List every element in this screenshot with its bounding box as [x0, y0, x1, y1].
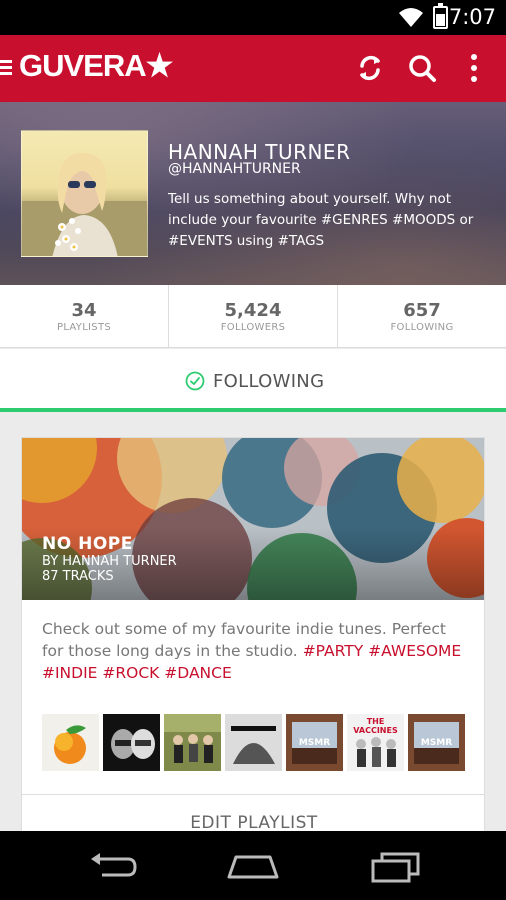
- stat-label: PLAYLISTS: [56, 322, 112, 333]
- album-thumbnails: MSMR THE VACCINES MSMR: [42, 714, 465, 771]
- playlist-title: NO HOPE: [42, 534, 133, 554]
- profile-stats: 34 PLAYLISTS 5,424 FOLLOWERS 657 FOLLOWI…: [0, 285, 506, 348]
- more-options-icon[interactable]: [460, 51, 488, 85]
- system-nav-bar: [0, 831, 506, 900]
- album-thumb-peach[interactable]: [42, 714, 99, 771]
- album-thumb-msmr-1[interactable]: MSMR: [286, 714, 343, 771]
- edit-playlist-label: EDIT PLAYLIST: [190, 813, 318, 833]
- status-bar: 7:07: [0, 0, 506, 35]
- following-bar: FOLLOWING: [0, 349, 506, 412]
- battery-icon: [433, 3, 448, 29]
- album-thumb-band[interactable]: [164, 714, 221, 771]
- guvera-logo[interactable]: GUVERA★: [19, 48, 173, 84]
- following-label: FOLLOWING: [213, 370, 325, 392]
- app-bar: GUVERA★: [0, 35, 506, 102]
- tag-awesome[interactable]: #AWESOME: [368, 642, 461, 660]
- search-icon[interactable]: [405, 51, 439, 85]
- playlist-meta: NO HOPE BY HANNAH TURNER 87 TRACKS: [42, 534, 177, 584]
- status-time: 7:07: [448, 5, 496, 29]
- profile-bio[interactable]: Tell us something about yourself. Why no…: [168, 189, 488, 252]
- check-circle-icon: [185, 371, 205, 391]
- stat-label: FOLLOWERS: [220, 322, 286, 333]
- tag-rock[interactable]: #ROCK: [102, 664, 159, 682]
- back-icon[interactable]: [88, 851, 138, 881]
- stat-value: 5,424: [224, 300, 282, 321]
- stat-label: FOLLOWING: [390, 322, 454, 333]
- stat-following[interactable]: 657 FOLLOWING: [338, 285, 506, 347]
- stat-followers[interactable]: 5,424 FOLLOWERS: [169, 285, 338, 347]
- following-button[interactable]: FOLLOWING: [185, 369, 324, 393]
- tag-indie[interactable]: #INDIE: [42, 664, 97, 682]
- tag-dance[interactable]: #DANCE: [164, 664, 231, 682]
- playlist-cover[interactable]: NO HOPE BY HANNAH TURNER 87 TRACKS: [22, 438, 484, 600]
- album-thumb-text: MSMR: [298, 738, 331, 748]
- home-icon[interactable]: [226, 851, 280, 881]
- profile-handle: @HANNAHTURNER: [168, 161, 301, 177]
- album-thumb-msmr-2[interactable]: MSMR: [408, 714, 465, 771]
- profile-header: HANNAH TURNER @HANNAHTURNER Tell us some…: [0, 102, 506, 285]
- menu-icon[interactable]: [0, 60, 12, 76]
- album-thumb-helmets[interactable]: [103, 714, 160, 771]
- album-thumb-text: MSMR: [420, 738, 453, 748]
- stat-value: 657: [403, 300, 441, 321]
- album-thumb-text: THE VACCINES: [353, 717, 398, 735]
- playlist-card: NO HOPE BY HANNAH TURNER 87 TRACKS Check…: [21, 437, 485, 837]
- refresh-icon[interactable]: [353, 51, 387, 85]
- playlist-description: Check out some of my favourite indie tun…: [42, 618, 472, 684]
- album-thumb-the-vaccines[interactable]: THE VACCINES: [347, 714, 404, 771]
- stat-playlists[interactable]: 34 PLAYLISTS: [0, 285, 169, 347]
- tag-party[interactable]: #PARTY: [303, 642, 364, 660]
- recent-apps-icon[interactable]: [370, 851, 422, 883]
- wifi-icon: [399, 8, 423, 27]
- album-thumb-bw[interactable]: [225, 714, 282, 771]
- stat-value: 34: [71, 300, 97, 321]
- playlist-author: BY HANNAH TURNER: [42, 554, 177, 569]
- playlist-track-count: 87 TRACKS: [42, 569, 114, 584]
- avatar[interactable]: [21, 130, 148, 257]
